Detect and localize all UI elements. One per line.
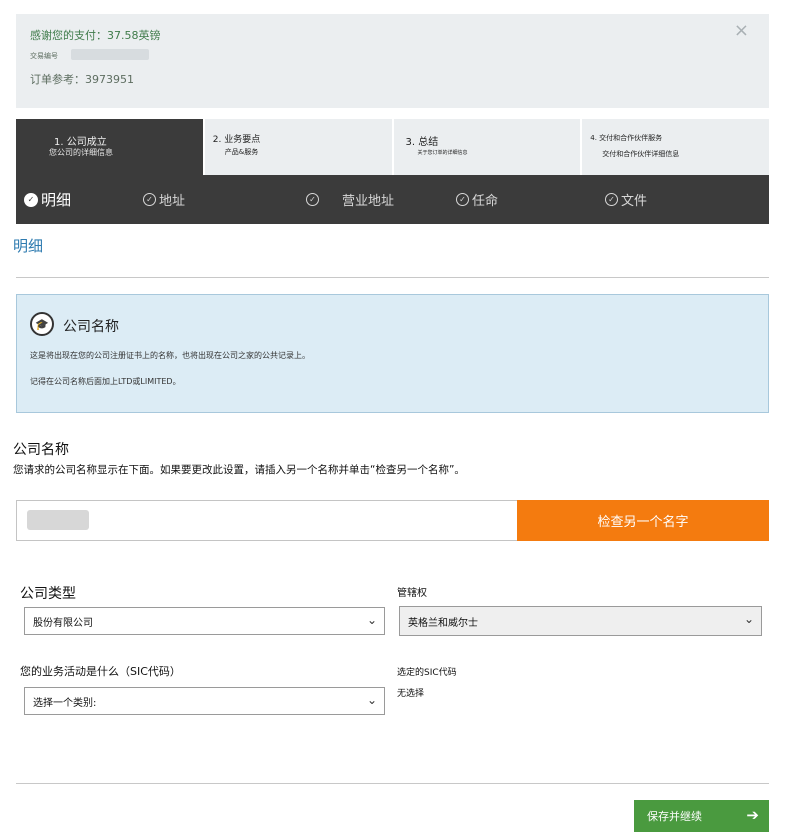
order-reference-text: 订单参考：3973951 [30,73,134,86]
step-delivery-partners[interactable]: 4. 交付和合作伙伴服务 交付和合作伙伴详细信息 [582,119,769,175]
company-name-label: 公司名称 [13,442,69,458]
chevron-down-icon: ⌄ [743,612,754,626]
sic-code-label: 您的业务活动是什么（SIC代码） [20,665,181,678]
subnav-business-address[interactable]: ✓ 营业地址 [306,190,394,209]
sic-category-select[interactable]: 选择一个类别: ⌄ [24,687,385,715]
close-icon[interactable]: × [734,20,749,41]
company-name-info-box: 🎓 公司名称 这是将出现在您的公司注册证书上的名称，也将出现在公司之家的公共记录… [16,294,769,413]
company-type-select[interactable]: 股份有限公司 ⌄ [24,607,385,635]
selected-sic-value: 无选择 [397,689,425,699]
selected-sic-label: 选定的SIC代码 [397,668,457,678]
check-circle-icon: ✓ [143,193,156,206]
jurisdiction-label: 管辖权 [397,588,427,599]
subnav-label: 明细 [41,191,72,209]
jurisdiction-select[interactable]: 英格兰和威尔士 ⌄ [399,606,762,636]
check-another-name-button[interactable]: 检查另一个名字 [517,500,769,541]
save-and-continue-button[interactable]: 保存并继续 ➔ [634,800,769,832]
subnav-details[interactable]: ✓ 明细 [24,189,71,210]
select-value: 选择一个类别: [33,697,97,709]
info-box-text: 这是将出现在您的公司注册证书上的名称，也将出现在公司之家的公共记录上。 [30,351,310,360]
step-company-formation[interactable]: 1. 公司成立 您公司的详细信息 [16,119,205,175]
chevron-down-icon: ⌄ [366,693,377,707]
company-name-value-redacted [27,510,89,530]
step-title: 2. 业务要点 [212,135,261,145]
subnav-label: 文件 [621,194,648,209]
step-title: 4. 交付和合作伙伴服务 [590,134,663,142]
check-circle-icon: ✓ [605,193,618,206]
graduation-cap-icon: 🎓 [30,312,54,336]
check-circle-icon: ✓ [456,193,469,206]
company-type-label: 公司类型 [20,586,76,602]
transaction-number-redacted [71,49,149,60]
divider [16,783,769,784]
company-name-description: 您请求的公司名称显示在下面。如果要更改此设置，请插入另一个名称并单击“检查另一个… [13,464,465,476]
section-title: 明细 [13,237,44,255]
chevron-down-icon: ⌄ [366,613,377,627]
save-button-label: 保存并继续 [647,810,702,823]
step-summary[interactable]: 3. 总结 关于您订单的详细信息 [393,119,583,175]
step-subtitle: 关于您订单的详细信息 [417,150,468,156]
select-value: 英格兰和威尔士 [408,617,478,629]
company-name-input[interactable] [16,500,518,541]
subnav-address[interactable]: ✓ 地址 [143,190,185,209]
check-circle-icon: ✓ [24,192,38,207]
subnav-appointments[interactable]: ✓ 任命 [456,190,498,209]
step-subtitle: 您公司的详细信息 [49,148,113,157]
check-circle-icon: ✓ [306,193,319,206]
step-title: 3. 总结 [405,137,439,148]
info-box-title: 公司名称 [63,319,119,335]
step-business-essentials[interactable]: 2. 业务要点 产品&服务 [204,119,394,175]
step-subtitle: 交付和合作伙伴详细信息 [602,150,680,158]
sub-navigation: ✓ 明细 ✓ 地址 ✓ 营业地址 ✓ 任命 ✓ 文件 [16,175,769,224]
subnav-label: 任命 [472,194,499,209]
subnav-label: 地址 [159,194,186,209]
progress-steps: 1. 公司成立 您公司的详细信息 2. 业务要点 产品&服务 3. 总结 关于您… [16,119,769,175]
divider [16,277,769,278]
select-value: 股份有限公司 [33,617,93,629]
step-title: 1. 公司成立 [54,137,107,148]
arrow-right-icon: ➔ [746,806,759,824]
payment-thanks-text: 感谢您的支付：37.58英镑 [30,29,161,42]
subnav-label: 营业地址 [342,194,395,209]
info-box-text: 记得在公司名称后面加上LTD或LIMITED。 [30,377,181,386]
step-subtitle: 产品&服务 [224,148,259,156]
subnav-documents[interactable]: ✓ 文件 [605,190,647,209]
payment-notice: 感谢您的支付：37.58英镑 交易编号 订单参考：3973951 × [16,14,769,108]
transaction-label: 交易编号 [30,52,58,60]
